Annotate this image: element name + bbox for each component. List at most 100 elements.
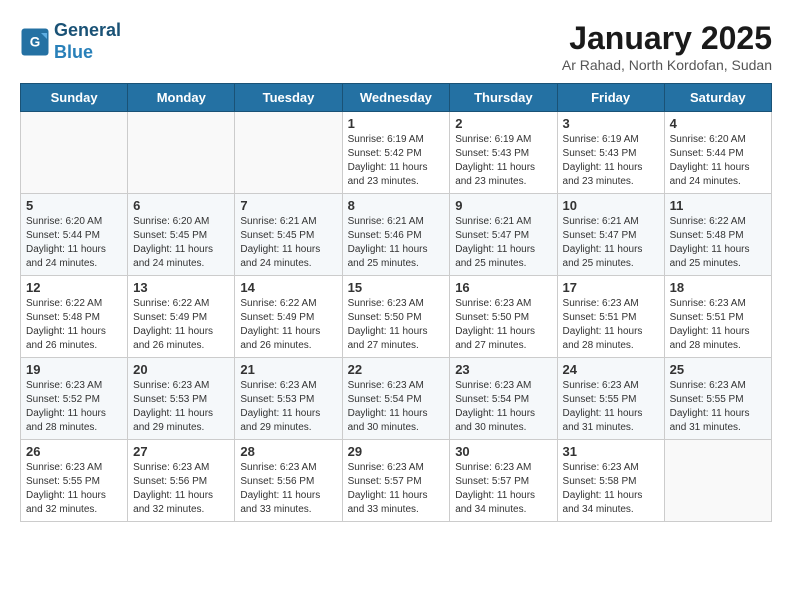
day-number: 23	[455, 362, 551, 377]
calendar-cell: 26 Sunrise: 6:23 AMSunset: 5:55 PMDayligh…	[21, 440, 128, 522]
day-number: 18	[670, 280, 766, 295]
calendar-cell: 23 Sunrise: 6:23 AMSunset: 5:54 PMDayligh…	[450, 358, 557, 440]
cell-content: Sunrise: 6:23 AMSunset: 5:55 PMDaylight:…	[670, 379, 766, 435]
day-number: 19	[26, 362, 122, 377]
calendar-cell: 9Sunrise: 6:21 AMSunset: 5:47 PMDaylight…	[450, 194, 557, 276]
cell-content: Sunrise: 6:19 AMSunset: 5:43 PMDaylight:…	[563, 133, 659, 189]
calendar-week-row: 19 Sunrise: 6:23 AMSunset: 5:52 PMDayligh…	[21, 358, 772, 440]
logo: G General Blue	[20, 20, 121, 63]
day-number: 8	[348, 198, 445, 213]
cell-content: Sunrise: 6:20 AMSunset: 5:44 PMDaylight:…	[26, 215, 122, 271]
day-number: 21	[240, 362, 336, 377]
calendar-week-row: 5 Sunrise: 6:20 AMSunset: 5:44 PMDaylight…	[21, 194, 772, 276]
cell-content: Sunrise: 6:22 AMSunset: 5:49 PMDaylight:…	[133, 297, 229, 353]
day-header-monday: Monday	[128, 84, 235, 112]
calendar-cell	[21, 112, 128, 194]
calendar-cell: 28 Sunrise: 6:23 AMSunset: 5:56 PMDayligh…	[235, 440, 342, 522]
day-number: 26	[26, 444, 122, 459]
cell-content: Sunrise: 6:23 AMSunset: 5:56 PMDaylight:…	[133, 461, 229, 517]
calendar-cell: 1 Sunrise: 6:19 AMSunset: 5:42 PMDaylight…	[342, 112, 450, 194]
calendar-week-row: 26 Sunrise: 6:23 AMSunset: 5:55 PMDayligh…	[21, 440, 772, 522]
day-number: 31	[563, 444, 659, 459]
day-number: 16	[455, 280, 551, 295]
cell-content: Sunrise: 6:23 AMSunset: 5:55 PMDaylight:…	[26, 461, 122, 517]
day-header-sunday: Sunday	[21, 84, 128, 112]
day-number: 10	[563, 198, 659, 213]
cell-content: Sunrise: 6:23 AMSunset: 5:51 PMDaylight:…	[670, 297, 766, 353]
cell-content: Sunrise: 6:23 AMSunset: 5:53 PMDaylight:…	[133, 379, 229, 435]
logo-icon: G	[20, 27, 50, 57]
logo-line1: General	[54, 20, 121, 42]
cell-content: Sunrise: 6:19 AMSunset: 5:42 PMDaylight:…	[348, 133, 445, 189]
logo-line2: Blue	[54, 42, 121, 64]
cell-content: Sunrise: 6:23 AMSunset: 5:57 PMDaylight:…	[348, 461, 445, 517]
calendar-cell: 2 Sunrise: 6:19 AMSunset: 5:43 PMDaylight…	[450, 112, 557, 194]
day-number: 30	[455, 444, 551, 459]
calendar-cell	[235, 112, 342, 194]
calendar-cell	[664, 440, 771, 522]
calendar-cell: 13 Sunrise: 6:22 AMSunset: 5:49 PMDayligh…	[128, 276, 235, 358]
day-number: 1	[348, 116, 445, 131]
calendar-cell	[128, 112, 235, 194]
calendar-cell: 15Sunrise: 6:23 AMSunset: 5:50 PMDayligh…	[342, 276, 450, 358]
calendar-header-row: SundayMondayTuesdayWednesdayThursdayFrid…	[21, 84, 772, 112]
calendar-cell: 19 Sunrise: 6:23 AMSunset: 5:52 PMDayligh…	[21, 358, 128, 440]
cell-content: Sunrise: 6:23 AMSunset: 5:53 PMDaylight:…	[240, 379, 336, 435]
cell-content: Sunrise: 6:22 AMSunset: 5:49 PMDaylight:…	[240, 297, 336, 353]
calendar-cell: 10Sunrise: 6:21 AMSunset: 5:47 PMDayligh…	[557, 194, 664, 276]
calendar-cell: 17Sunrise: 6:23 AMSunset: 5:51 PMDayligh…	[557, 276, 664, 358]
cell-content: Sunrise: 6:20 AMSunset: 5:44 PMDaylight:…	[670, 133, 766, 189]
day-number: 4	[670, 116, 766, 131]
day-number: 28	[240, 444, 336, 459]
calendar-cell: 25 Sunrise: 6:23 AMSunset: 5:55 PMDayligh…	[664, 358, 771, 440]
day-header-saturday: Saturday	[664, 84, 771, 112]
calendar-cell: 14 Sunrise: 6:22 AMSunset: 5:49 PMDayligh…	[235, 276, 342, 358]
day-number: 3	[563, 116, 659, 131]
cell-content: Sunrise: 6:23 AMSunset: 5:52 PMDaylight:…	[26, 379, 122, 435]
day-number: 2	[455, 116, 551, 131]
cell-content: Sunrise: 6:20 AMSunset: 5:45 PMDaylight:…	[133, 215, 229, 271]
location-subtitle: Ar Rahad, North Kordofan, Sudan	[562, 57, 772, 73]
calendar-cell: 3 Sunrise: 6:19 AMSunset: 5:43 PMDaylight…	[557, 112, 664, 194]
day-number: 13	[133, 280, 229, 295]
day-header-wednesday: Wednesday	[342, 84, 450, 112]
calendar-cell: 8 Sunrise: 6:21 AMSunset: 5:46 PMDaylight…	[342, 194, 450, 276]
calendar-week-row: 1 Sunrise: 6:19 AMSunset: 5:42 PMDaylight…	[21, 112, 772, 194]
calendar-cell: 24Sunrise: 6:23 AMSunset: 5:55 PMDayligh…	[557, 358, 664, 440]
calendar-cell: 20 Sunrise: 6:23 AMSunset: 5:53 PMDayligh…	[128, 358, 235, 440]
cell-content: Sunrise: 6:23 AMSunset: 5:57 PMDaylight:…	[455, 461, 551, 517]
day-number: 7	[240, 198, 336, 213]
calendar-cell: 21 Sunrise: 6:23 AMSunset: 5:53 PMDayligh…	[235, 358, 342, 440]
cell-content: Sunrise: 6:21 AMSunset: 5:45 PMDaylight:…	[240, 215, 336, 271]
calendar-cell: 7 Sunrise: 6:21 AMSunset: 5:45 PMDaylight…	[235, 194, 342, 276]
calendar-cell: 30 Sunrise: 6:23 AMSunset: 5:57 PMDayligh…	[450, 440, 557, 522]
cell-content: Sunrise: 6:19 AMSunset: 5:43 PMDaylight:…	[455, 133, 551, 189]
calendar-cell: 27 Sunrise: 6:23 AMSunset: 5:56 PMDayligh…	[128, 440, 235, 522]
day-header-thursday: Thursday	[450, 84, 557, 112]
day-number: 20	[133, 362, 229, 377]
day-number: 29	[348, 444, 445, 459]
cell-content: Sunrise: 6:23 AMSunset: 5:58 PMDaylight:…	[563, 461, 659, 517]
cell-content: Sunrise: 6:23 AMSunset: 5:54 PMDaylight:…	[455, 379, 551, 435]
page-header: G General Blue January 2025 Ar Rahad, No…	[20, 20, 772, 73]
day-number: 27	[133, 444, 229, 459]
cell-content: Sunrise: 6:21 AMSunset: 5:46 PMDaylight:…	[348, 215, 445, 271]
calendar-cell: 11 Sunrise: 6:22 AMSunset: 5:48 PMDayligh…	[664, 194, 771, 276]
day-number: 22	[348, 362, 445, 377]
day-number: 11	[670, 198, 766, 213]
day-number: 17	[563, 280, 659, 295]
day-number: 6	[133, 198, 229, 213]
day-number: 14	[240, 280, 336, 295]
calendar-cell: 31 Sunrise: 6:23 AMSunset: 5:58 PMDayligh…	[557, 440, 664, 522]
cell-content: Sunrise: 6:21 AMSunset: 5:47 PMDaylight:…	[455, 215, 551, 271]
calendar-cell: 16 Sunrise: 6:23 AMSunset: 5:50 PMDayligh…	[450, 276, 557, 358]
cell-content: Sunrise: 6:23 AMSunset: 5:55 PMDaylight:…	[563, 379, 659, 435]
cell-content: Sunrise: 6:23 AMSunset: 5:50 PMDaylight:…	[455, 297, 551, 353]
calendar-cell: 12Sunrise: 6:22 AMSunset: 5:48 PMDayligh…	[21, 276, 128, 358]
cell-content: Sunrise: 6:22 AMSunset: 5:48 PMDaylight:…	[670, 215, 766, 271]
day-number: 15	[348, 280, 445, 295]
day-number: 5	[26, 198, 122, 213]
calendar-table: SundayMondayTuesdayWednesdayThursdayFrid…	[20, 83, 772, 522]
cell-content: Sunrise: 6:23 AMSunset: 5:56 PMDaylight:…	[240, 461, 336, 517]
day-number: 25	[670, 362, 766, 377]
